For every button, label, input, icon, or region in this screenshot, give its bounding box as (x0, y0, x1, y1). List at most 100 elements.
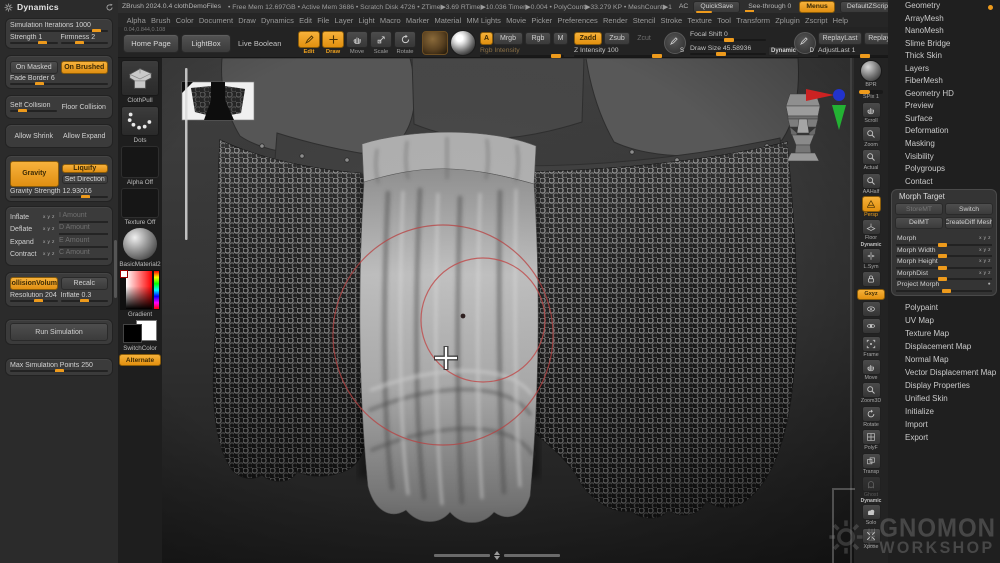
zsub-button[interactable]: Zsub (604, 32, 630, 45)
subpalette-item[interactable]: Masking (888, 138, 1000, 151)
zcut-button[interactable]: Zcut (632, 32, 656, 45)
morph-slider-axis[interactable]: x y z (979, 247, 991, 255)
see-through-slider[interactable]: See-through 0 (745, 3, 794, 10)
menu-item[interactable]: Macro (377, 16, 403, 25)
gxyz-button[interactable]: Gxyz (857, 289, 885, 300)
axis-toggle[interactable]: x y z (43, 215, 56, 220)
creatediff-mesh-button[interactable]: CreateDiff Mesh (945, 217, 993, 229)
menu-item[interactable]: Tool (715, 16, 734, 25)
recalc-button[interactable]: Recalc (61, 277, 109, 290)
paint-a-toggle[interactable]: A (480, 32, 493, 45)
morph-slider-axis[interactable]: x y z (979, 270, 991, 278)
left-tray-scrollbar[interactable] (114, 240, 117, 298)
axis-toggle[interactable]: x y z (43, 252, 56, 257)
eye-button[interactable] (862, 301, 881, 317)
draw-mode-button[interactable]: Draw (322, 31, 344, 55)
max-simulation-points-slider[interactable]: Max Simulation Points 250 (10, 362, 108, 372)
rotate-mode-button[interactable]: Rotate (394, 31, 416, 55)
amount-slider[interactable]: D Amount (59, 224, 108, 235)
morph-slider[interactable]: Project Morph ● (896, 281, 992, 292)
menus-button[interactable]: Menus (799, 1, 835, 13)
menu-item[interactable]: Transform (734, 16, 773, 25)
menu-item[interactable]: Help (830, 16, 851, 25)
axis-toggle[interactable]: x y z (43, 240, 56, 245)
menu-item[interactable]: Brush (148, 16, 173, 25)
morph-slider[interactable]: Morph x y z (896, 235, 992, 246)
menu-item[interactable]: Draw (236, 16, 259, 25)
amount-row-label[interactable]: Inflate (10, 214, 40, 221)
menu-item[interactable]: Edit (296, 16, 314, 25)
subpalette-item[interactable]: Layers (888, 63, 1000, 76)
store-mt-button[interactable]: StoreMT (895, 203, 943, 215)
menu-item[interactable]: Zscript (802, 16, 830, 25)
current-texture-thumbnail[interactable] (121, 188, 159, 218)
menu-item[interactable]: File (315, 16, 332, 25)
saturation-value-square[interactable] (126, 271, 152, 309)
allow-shrink-button[interactable]: Allow Shrink (10, 130, 58, 143)
menu-item[interactable]: Texture (685, 16, 715, 25)
subpalette-item[interactable]: Polygroups (888, 163, 1000, 176)
amount-row-label[interactable]: Contract (10, 251, 40, 258)
polyframe-button[interactable]: PolyF (862, 429, 881, 451)
current-material-chip[interactable] (422, 31, 448, 55)
subpalette-item[interactable]: Polypaint (888, 301, 1000, 314)
set-direction-button[interactable]: Set Direction (62, 175, 109, 184)
spix-slider[interactable] (859, 90, 883, 94)
gravity-button[interactable]: Gravity (10, 161, 59, 187)
menu-item[interactable]: Material (432, 16, 464, 25)
gravity-strength-slider[interactable]: Gravity Strength 12.93016 (10, 188, 108, 198)
tray-divider-handle[interactable] (434, 551, 560, 560)
amount-slider[interactable]: E Amount (59, 237, 108, 248)
edit-mode-button[interactable]: Edit (298, 31, 320, 55)
quicksave-button[interactable]: QuickSave (693, 1, 740, 13)
xpose-button[interactable]: Xpose (862, 528, 881, 550)
subpalette-item[interactable]: Normal Map (888, 353, 1000, 366)
morph-slider[interactable]: MorphDist x y z (896, 270, 992, 281)
morph-slider[interactable]: Morph Width x y z (896, 247, 992, 258)
subpalette-item[interactable]: ArrayMesh (888, 13, 1000, 26)
morph-slider-axis[interactable]: x y z (979, 258, 991, 266)
draw-size-slider[interactable]: Draw Size 45.58936 (690, 45, 766, 55)
adjust-last-slider[interactable]: AdjustLast 1 (818, 47, 898, 57)
frame-button[interactable]: Frame (862, 336, 881, 358)
menu-item[interactable]: Marker (403, 16, 432, 25)
menu-item[interactable]: Dynamics (258, 16, 296, 25)
menu-item[interactable]: MM Lights (464, 16, 504, 25)
replay-last-button[interactable]: ReplayLast (818, 32, 862, 45)
resolution-slider[interactable]: Resolution 204 (10, 292, 58, 302)
live-boolean-button[interactable]: Live Boolean (238, 39, 281, 48)
actual-button[interactable]: Actual (862, 149, 881, 171)
current-material-thumbnail[interactable] (123, 228, 157, 260)
main-color-swatch[interactable] (123, 324, 142, 343)
amount-slider[interactable]: C Amount (59, 249, 108, 260)
subpalette-item[interactable]: Display Properties (888, 379, 1000, 392)
subpalette-item[interactable]: Preview (888, 100, 1000, 113)
subpalette-item[interactable]: Surface (888, 113, 1000, 126)
liquify-button[interactable]: Liquify (62, 164, 109, 173)
menu-item[interactable]: Render (600, 16, 630, 25)
menu-item[interactable]: Preferences (555, 16, 601, 25)
subpalette-item[interactable]: Contact (888, 176, 1000, 189)
axis-toggle[interactable]: x y z (43, 227, 56, 232)
current-brush-thumbnail[interactable] (121, 60, 159, 96)
m-button[interactable]: M (553, 32, 568, 45)
stroke-dial[interactable]: S (664, 32, 686, 54)
subpalette-item[interactable]: Unified Skin (888, 392, 1000, 405)
amount-slider[interactable]: I Amount (59, 212, 108, 223)
move-mode-button[interactable]: Move (346, 31, 368, 55)
subpalette-item[interactable]: Initialize (888, 405, 1000, 418)
menu-item[interactable]: Stencil (630, 16, 658, 25)
subpalette-item[interactable]: FiberMesh (888, 75, 1000, 88)
subpalette-item[interactable]: Thick Skin (888, 50, 1000, 63)
floor-button[interactable]: Floor (862, 219, 881, 241)
zadd-button[interactable]: Zadd (574, 32, 602, 45)
menu-item[interactable]: Color (173, 16, 196, 25)
rgb-button[interactable]: Rgb (525, 32, 551, 45)
aahalf-button[interactable]: AAHalf (862, 173, 881, 195)
cv-inflate-slider[interactable]: Inflate 0.3 (61, 292, 109, 302)
strength-slider[interactable]: Strength 1 (10, 34, 58, 44)
menu-item[interactable]: Picker (529, 16, 555, 25)
bpr-render-button[interactable] (860, 60, 882, 82)
current-stroke-thumbnail[interactable] (121, 106, 159, 136)
zoom-button[interactable]: Zoom (862, 126, 881, 148)
